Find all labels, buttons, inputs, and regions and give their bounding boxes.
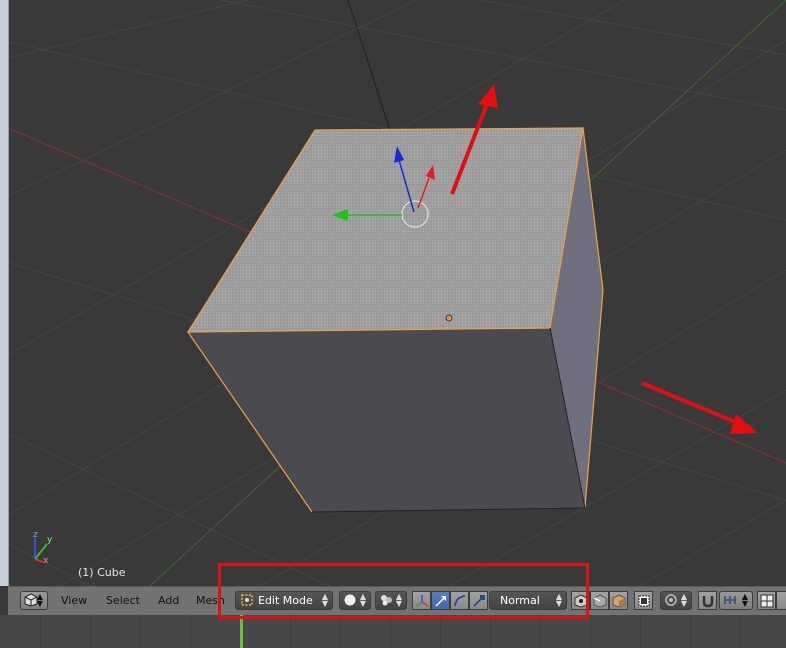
- proportional-edit-selector[interactable]: ▲ ▼: [660, 591, 692, 610]
- 3d-viewport[interactable]: z y x (1) Cube: [0, 0, 786, 586]
- left-panel-edge[interactable]: [0, 0, 9, 586]
- edge-select-button[interactable]: [590, 591, 609, 610]
- chevron-updown-icon: ▲ ▼: [741, 592, 748, 608]
- timeline-tick: [290, 615, 291, 648]
- timeline-tick: [590, 615, 591, 648]
- timeline-tick: [390, 615, 391, 648]
- timeline-playhead[interactable]: [240, 615, 243, 648]
- occlude-geometry-icon: [638, 595, 650, 607]
- render-grid-icon: [760, 594, 774, 608]
- active-object-label: (1) Cube: [78, 566, 126, 579]
- extra-header-button[interactable]: [776, 591, 786, 610]
- face-select-button[interactable]: [609, 591, 628, 610]
- viewport-scene: [0, 0, 786, 586]
- magnet-icon: [702, 596, 714, 608]
- face-select-icon: [612, 594, 626, 608]
- limit-selection-button[interactable]: [634, 591, 653, 610]
- timeline-tick: [340, 615, 341, 648]
- menu-add[interactable]: Add: [158, 587, 179, 615]
- cube-mesh: [186, 127, 604, 513]
- annotation-highlight-box: [218, 563, 589, 619]
- editor-type-selector[interactable]: ▲ ▼: [20, 591, 48, 610]
- edge-select-icon: [593, 594, 607, 608]
- menu-view[interactable]: View: [61, 587, 87, 615]
- gizmo-y-label: y: [47, 535, 53, 545]
- timeline-tick: [640, 615, 641, 648]
- menu-select[interactable]: Select: [106, 587, 140, 615]
- snap-increment-icon: [724, 596, 736, 604]
- z-axis-line: [347, 0, 391, 131]
- timeline-tick: [190, 615, 191, 648]
- timeline-tick: [440, 615, 441, 648]
- chevron-updown-icon: ▲ ▼: [680, 592, 687, 608]
- timeline-tick: [540, 615, 541, 648]
- render-button[interactable]: [757, 591, 776, 610]
- timeline-tick: [40, 615, 41, 648]
- timeline-strip[interactable]: [0, 615, 786, 648]
- timeline-tick: [690, 615, 691, 648]
- timeline-tick: [740, 615, 741, 648]
- timeline-tick: [140, 615, 141, 648]
- gizmo-z-label: z: [33, 530, 38, 540]
- snap-element-selector[interactable]: ▲ ▼: [719, 591, 753, 610]
- timeline-tick: [90, 615, 91, 648]
- gizmo-x-label: x: [43, 556, 49, 566]
- chevron-updown-icon: ▲ ▼: [36, 592, 43, 608]
- proportional-edit-icon: [665, 594, 677, 606]
- snap-toggle-button[interactable]: [698, 591, 717, 610]
- timeline-tick: [490, 615, 491, 648]
